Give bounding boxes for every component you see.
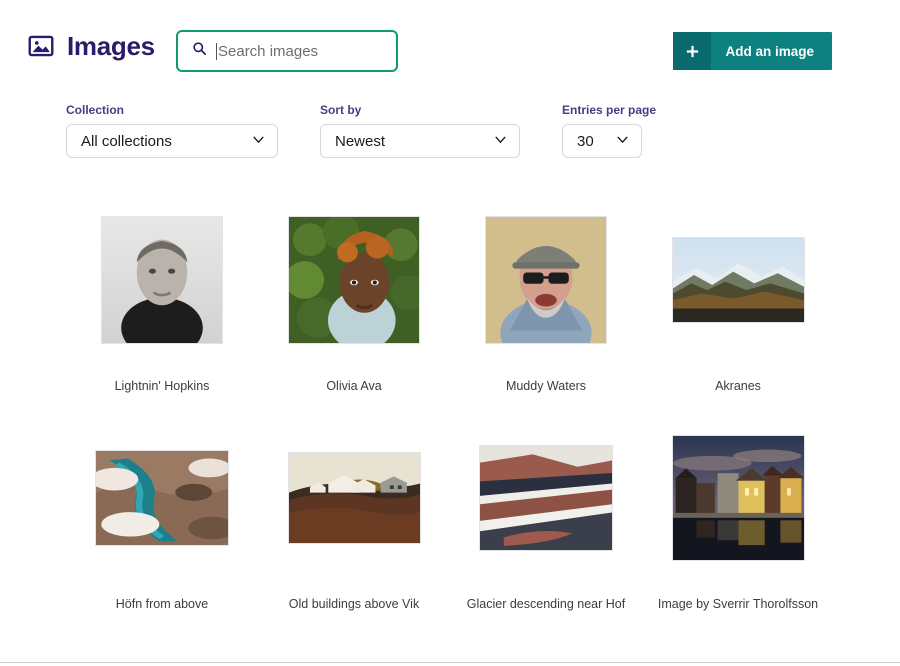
image-thumbnail[interactable] xyxy=(671,435,805,561)
thumbnail-container xyxy=(485,200,607,360)
sort-by-select-value: Newest xyxy=(335,132,386,150)
thumbnail-container xyxy=(95,418,229,578)
thumbnail-container xyxy=(671,418,805,578)
add-an-image-button[interactable]: Add an image xyxy=(673,32,832,70)
image-thumbnail[interactable] xyxy=(95,450,229,546)
filter-entries-per-page-label: Entries per page xyxy=(562,103,657,117)
chevron-down-icon xyxy=(606,133,629,150)
image-thumbnail[interactable] xyxy=(485,216,607,344)
image-grid-item[interactable]: Muddy Waters xyxy=(450,200,642,418)
page-header: Images Search images Add an image xyxy=(0,0,900,98)
chevron-down-icon xyxy=(242,133,265,150)
image-thumbnail[interactable] xyxy=(288,216,420,344)
image-grid-item[interactable]: Lightnin' Hopkins xyxy=(66,200,258,418)
filter-bar: Collection All collections Sort by Newes… xyxy=(0,100,900,170)
thumbnail-container xyxy=(288,200,420,360)
entries-per-page-select[interactable]: 30 xyxy=(562,124,642,158)
search-icon xyxy=(188,41,216,61)
images-page: Images Search images Add an image Collec… xyxy=(0,0,900,666)
collection-select-value: All collections xyxy=(81,132,172,150)
footer-divider xyxy=(0,662,900,663)
image-caption: Image by Sverrir Thorolfsson xyxy=(657,597,819,611)
image-caption: Old buildings above Vik xyxy=(288,597,420,611)
add-an-image-label: Add an image xyxy=(725,43,814,59)
image-caption: Höfn from above xyxy=(115,597,209,611)
plus-icon xyxy=(673,32,712,70)
search-placeholder: Search images xyxy=(218,42,319,60)
filter-collection-label: Collection xyxy=(66,103,125,117)
sort-by-select[interactable]: Newest xyxy=(320,124,520,158)
image-caption: Akranes xyxy=(715,379,761,393)
image-grid-item[interactable]: Image by Sverrir Thorolfsson xyxy=(642,418,834,636)
thumbnail-container xyxy=(479,418,613,578)
image-grid-item[interactable]: Höfn from above xyxy=(66,418,258,636)
page-title: Images xyxy=(67,31,155,61)
image-thumbnail[interactable] xyxy=(101,216,223,344)
image-grid-item[interactable]: Olivia Ava xyxy=(258,200,450,418)
thumbnail-container xyxy=(671,200,805,360)
image-grid-item[interactable]: Old buildings above Vik xyxy=(258,418,450,636)
image-caption: Glacier descending near Hof xyxy=(466,597,626,611)
brand: Images xyxy=(28,33,155,59)
image-caption: Muddy Waters xyxy=(505,379,587,393)
thumbnail-container xyxy=(101,200,223,360)
collection-select[interactable]: All collections xyxy=(66,124,278,158)
entries-per-page-select-value: 30 xyxy=(577,132,594,150)
search-input[interactable]: Search images xyxy=(176,30,398,72)
image-thumbnail[interactable] xyxy=(671,237,805,323)
chevron-down-icon xyxy=(484,133,507,150)
image-grid: Lightnin' Hopkins Olivia Ava Muddy Water… xyxy=(66,200,866,636)
thumbnail-container xyxy=(287,418,421,578)
filter-sort-by: Sort by Newest xyxy=(320,104,520,158)
text-caret xyxy=(216,42,217,60)
image-grid-item[interactable]: Glacier descending near Hof xyxy=(450,418,642,636)
image-grid-item[interactable]: Akranes xyxy=(642,200,834,418)
image-thumbnail[interactable] xyxy=(287,452,421,544)
image-caption: Lightnin' Hopkins xyxy=(114,379,210,393)
filter-collection: Collection All collections xyxy=(66,104,278,158)
image-caption: Olivia Ava xyxy=(326,379,382,393)
filter-sort-by-label: Sort by xyxy=(320,103,362,117)
image-thumbnail[interactable] xyxy=(479,445,613,551)
filter-entries-per-page: Entries per page 30 xyxy=(562,104,656,158)
image-icon xyxy=(28,33,54,59)
